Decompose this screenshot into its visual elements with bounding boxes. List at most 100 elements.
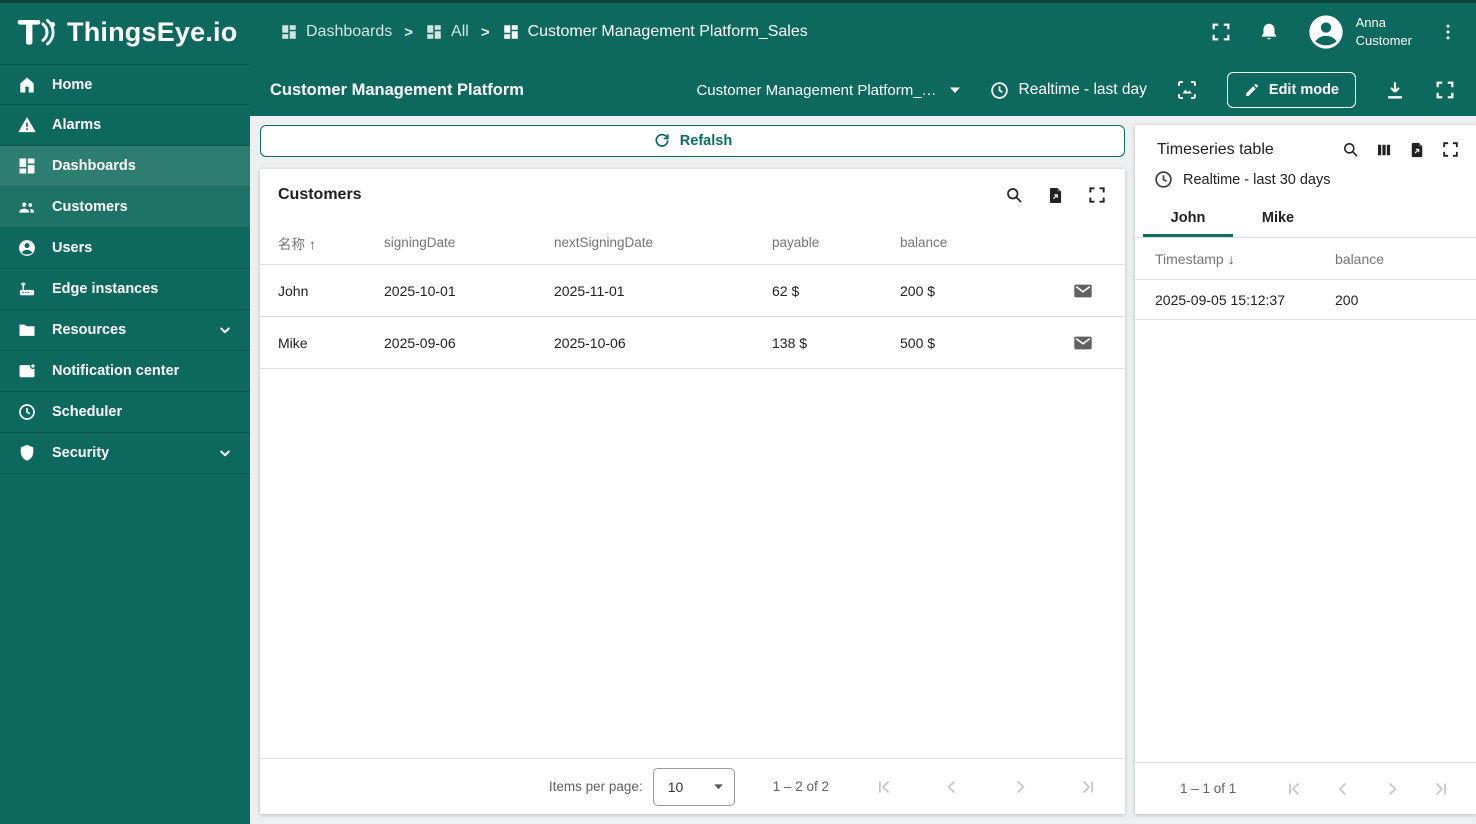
tab-mike[interactable]: Mike — [1233, 198, 1323, 237]
sidebar-item-edge-instances[interactable]: Edge instances — [0, 269, 250, 310]
timeseries-table-header: Timestamp ↓ balance — [1135, 238, 1476, 280]
widget-title: Customers — [278, 186, 362, 203]
first-page-icon[interactable] — [1283, 778, 1305, 800]
clock-icon — [1153, 169, 1174, 190]
dashboard-canvas: Refalsh Customers 名称 ↑ signingDate nextS… — [250, 116, 1476, 824]
breadcrumb-label: Customer Management Platform_Sales — [527, 23, 808, 40]
dashboard-grid-icon — [425, 23, 443, 41]
items-per-page-label: Items per page: — [548, 779, 643, 794]
timeseries-widget: Timeseries table Realtime - last 30 days… — [1135, 125, 1476, 814]
sidebar-item-home[interactable]: Home — [0, 64, 250, 105]
user-menu[interactable]: Anna Customer — [1306, 12, 1412, 52]
caret-down-icon — [949, 86, 961, 94]
page-size-value: 10 — [667, 778, 684, 795]
cell-balance: 200 $ — [900, 282, 936, 299]
sidebar-item-scheduler[interactable]: Scheduler — [0, 392, 250, 433]
export-icon[interactable] — [1046, 186, 1065, 205]
fullscreen-icon[interactable] — [1434, 79, 1456, 101]
user-name: Anna Customer — [1356, 14, 1412, 49]
timewindow-button[interactable]: Realtime - last 30 days — [1135, 161, 1476, 198]
edit-mode-button[interactable]: Edit mode — [1226, 72, 1356, 108]
column-header-name[interactable]: 名称 ↑ — [278, 233, 384, 253]
sidebar-item-dashboards[interactable]: Dashboards — [0, 146, 250, 187]
notifications-bell-icon[interactable] — [1258, 21, 1280, 43]
router-icon — [17, 279, 37, 299]
user-role: Customer — [1355, 33, 1412, 48]
download-icon[interactable] — [1384, 79, 1406, 101]
next-page-icon[interactable] — [1009, 776, 1031, 798]
export-icon[interactable] — [1408, 141, 1426, 159]
last-page-icon[interactable] — [1077, 776, 1099, 798]
fullscreen-icon[interactable] — [1210, 21, 1232, 43]
brand-logo[interactable]: ThingsEye.io — [0, 0, 250, 64]
cell-balance: 200 — [1335, 291, 1359, 308]
image-gallery-icon[interactable] — [1175, 78, 1199, 102]
first-page-icon[interactable] — [873, 776, 895, 798]
timewindow-button[interactable]: Realtime - last day — [989, 80, 1147, 101]
sidebar-item-users[interactable]: Users — [0, 228, 250, 269]
refresh-button[interactable]: Refalsh — [260, 125, 1125, 157]
search-icon[interactable] — [1004, 185, 1024, 205]
column-header-next-signing-date[interactable]: nextSigningDate — [554, 235, 772, 250]
column-header-balance[interactable]: balance — [900, 235, 1059, 250]
sidebar-item-label: Dashboards — [52, 158, 136, 174]
customers-pagination: Items per page: 10 1 – 2 of 2 — [260, 758, 1125, 814]
breadcrumb-dashboards[interactable]: Dashboards — [280, 23, 392, 41]
column-header-payable[interactable]: payable — [772, 235, 900, 250]
breadcrumb-all[interactable]: All — [425, 23, 469, 41]
sidebar: Home Alarms Dashboards Customers Users E… — [0, 64, 250, 824]
home-icon — [17, 75, 37, 95]
user-first-line: Anna — [1355, 15, 1387, 31]
sidebar-item-notification-center[interactable]: Notification center — [0, 351, 250, 392]
page-size-select[interactable]: 10 — [652, 767, 735, 806]
column-header-signing-date[interactable]: signingDate — [384, 235, 554, 250]
dashboard-state-select[interactable]: Customer Management Platform_… — [696, 82, 960, 99]
tab-john[interactable]: John — [1143, 198, 1233, 237]
column-header-balance[interactable]: balance — [1335, 251, 1456, 267]
cell-next-signing-date: 2025-11-01 — [554, 282, 625, 299]
sidebar-item-security[interactable]: Security — [0, 433, 250, 474]
last-page-icon[interactable] — [1430, 778, 1452, 800]
sidebar-item-label: Resources — [52, 322, 127, 338]
customers-table-header: 名称 ↑ signingDate nextSigningDate payable … — [260, 221, 1125, 265]
email-icon[interactable] — [1059, 332, 1107, 354]
page-title: Customer Management Platform — [270, 80, 524, 99]
thingseye-logo-icon — [14, 12, 58, 52]
breadcrumb-separator: > — [404, 23, 414, 41]
timeseries-pagination: 1 – 1 of 1 — [1135, 762, 1476, 814]
dashboard-toolbar: Customer Management Platform Customer Ma… — [250, 64, 1476, 116]
expand-widget-icon[interactable] — [1087, 185, 1107, 205]
widget-title: Timeseries table — [1157, 140, 1274, 158]
columns-icon[interactable] — [1375, 141, 1393, 159]
sidebar-item-resources[interactable]: Resources — [0, 310, 250, 351]
expand-widget-icon[interactable] — [1441, 140, 1460, 159]
email-icon[interactable] — [1059, 280, 1107, 302]
next-page-icon[interactable] — [1381, 778, 1403, 800]
sidebar-item-customers[interactable]: Customers — [0, 187, 250, 228]
breadcrumb-separator: > — [480, 23, 490, 41]
dashboard-grid-icon — [280, 23, 298, 41]
table-row[interactable]: Mike 2025-09-06 2025-10-06 138 $ 500 $ — [260, 317, 1125, 369]
edit-mode-label: Edit mode — [1268, 82, 1339, 98]
table-row[interactable]: 2025-09-05 15:12:37 200 — [1135, 280, 1476, 320]
people-icon — [17, 197, 37, 217]
cell-signing-date: 2025-09-06 — [384, 334, 456, 351]
previous-page-icon[interactable] — [1332, 778, 1354, 800]
previous-page-icon[interactable] — [941, 776, 963, 798]
timeseries-tabs: John Mike — [1135, 198, 1476, 238]
refresh-label: Refalsh — [679, 133, 733, 149]
cell-signing-date: 2025-10-01 — [384, 282, 456, 299]
table-row[interactable]: John 2025-10-01 2025-11-01 62 $ 200 $ — [260, 265, 1125, 317]
search-icon[interactable] — [1341, 140, 1360, 159]
sidebar-item-alarms[interactable]: Alarms — [0, 105, 250, 146]
more-vert-icon[interactable] — [1438, 22, 1458, 42]
column-header-timestamp[interactable]: Timestamp ↓ — [1155, 251, 1335, 267]
breadcrumb-current-dashboard[interactable]: Customer Management Platform_Sales — [502, 23, 808, 41]
scheduler-clock-icon — [17, 402, 37, 422]
timewindow-label: Realtime - last 30 days — [1183, 171, 1331, 188]
breadcrumb-label: All — [451, 23, 469, 40]
top-bar: ThingsEye.io Dashboards > All > Customer… — [0, 0, 1476, 64]
page-range-label: 1 – 2 of 2 — [772, 779, 829, 794]
cell-name: Mike — [278, 334, 308, 351]
folder-icon — [17, 320, 37, 340]
